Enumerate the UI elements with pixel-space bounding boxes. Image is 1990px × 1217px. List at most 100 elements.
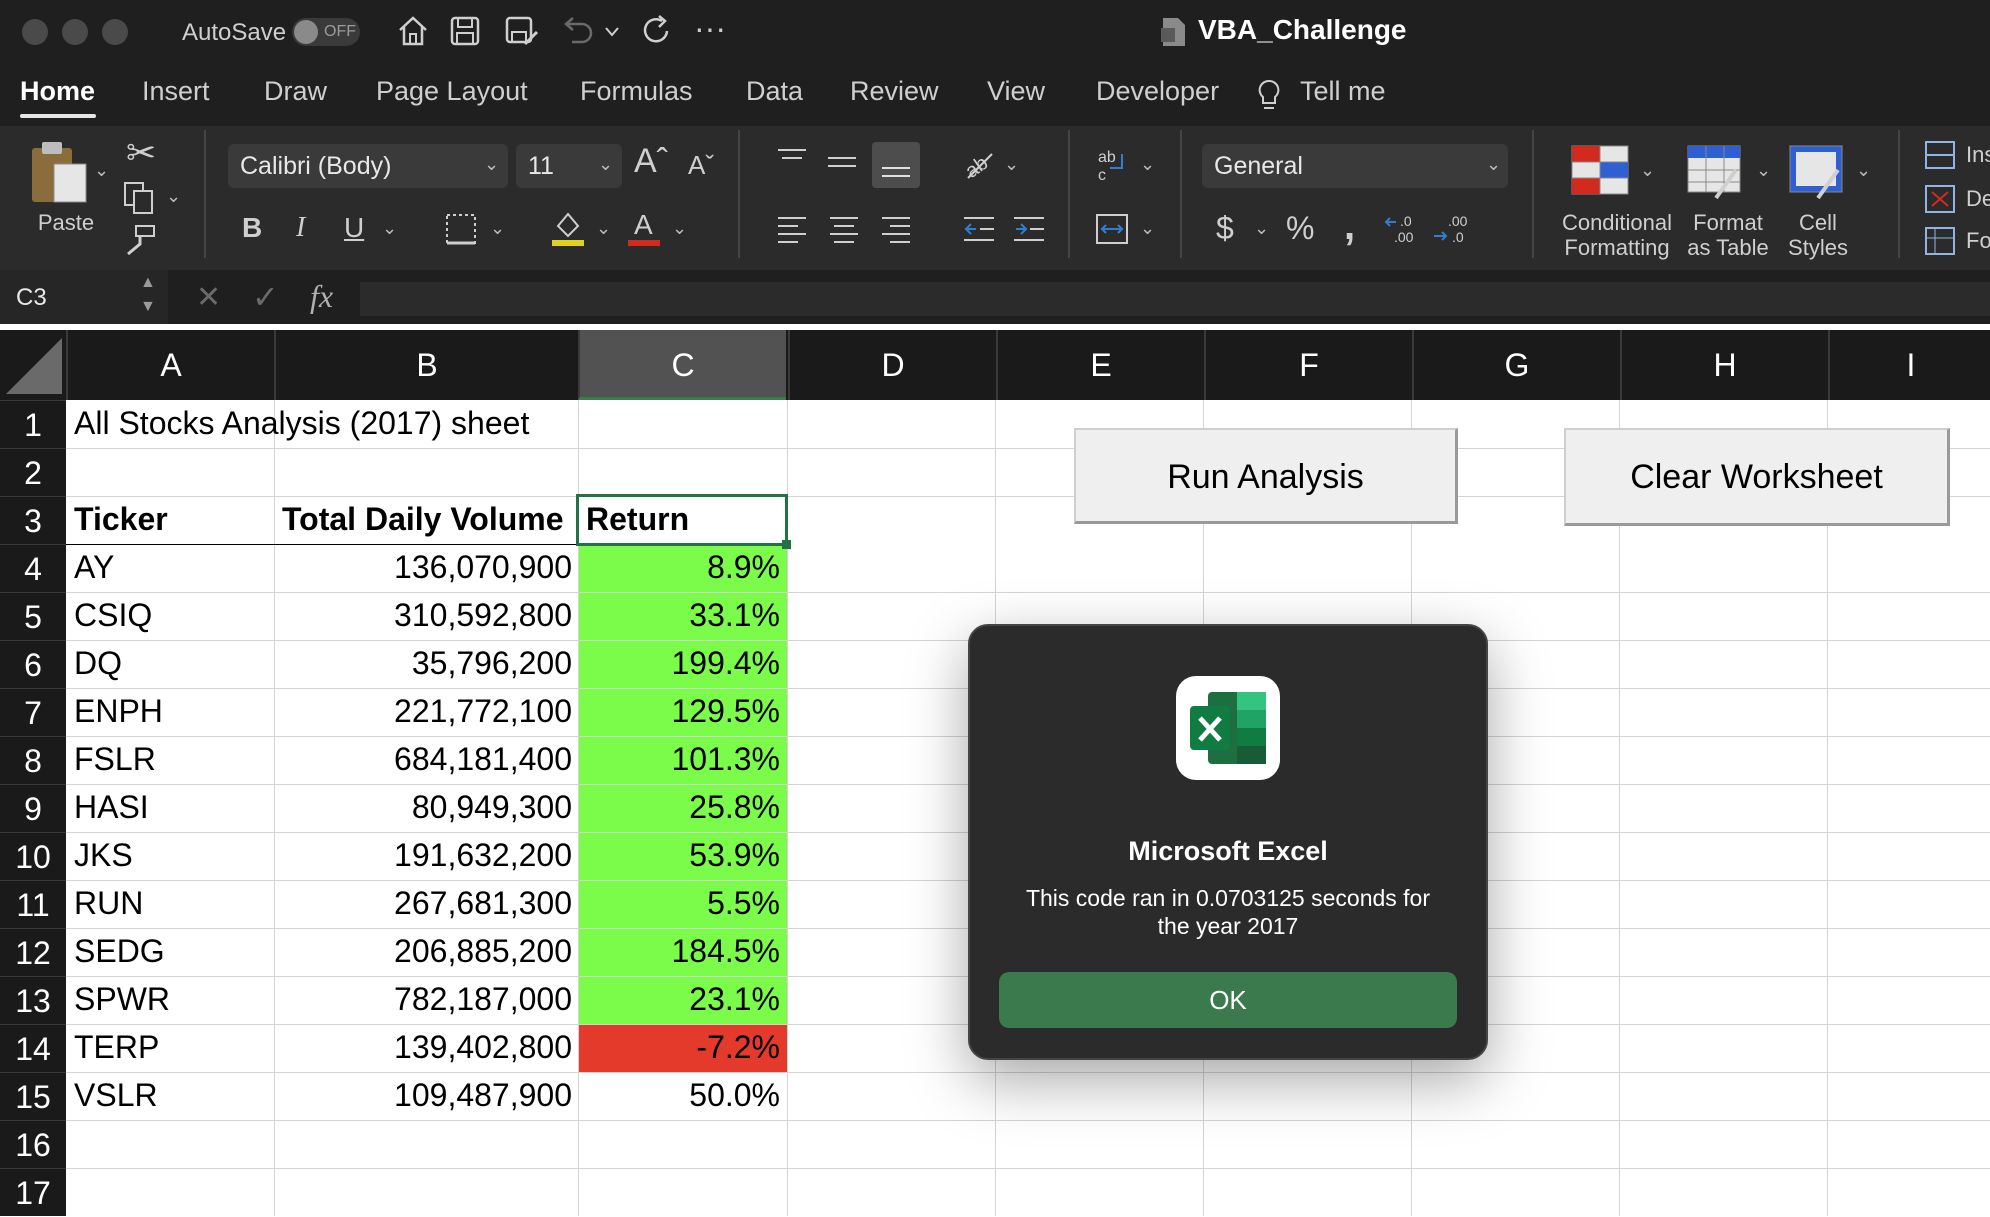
volume-cell[interactable]: 310,592,800 [282, 597, 572, 634]
number-format-dropdown[interactable]: General ⌄ [1202, 144, 1508, 188]
ticker-cell[interactable]: FSLR [74, 741, 156, 778]
conditional-formatting-icon[interactable] [1570, 144, 1630, 196]
fill-color-dropdown-icon[interactable]: ⌄ [596, 218, 611, 239]
name-box-down-icon[interactable]: ▼ [140, 298, 156, 316]
increase-decimal-icon[interactable]: .0 .00 [1384, 212, 1424, 246]
tab-formulas[interactable]: Formulas [580, 76, 693, 107]
orientation-icon[interactable]: ab [962, 146, 998, 182]
cell-styles-label[interactable]: Cell Styles [1782, 210, 1854, 260]
undo-icon[interactable] [560, 14, 594, 48]
autosave-toggle[interactable]: OFF [292, 18, 360, 46]
row-header-14[interactable]: 14 [0, 1024, 66, 1072]
decrease-decimal-icon[interactable]: .00 .0 [1432, 212, 1472, 246]
row-header-5[interactable]: 5 [0, 592, 66, 640]
ticker-cell[interactable]: DQ [74, 645, 122, 682]
name-box-up-icon[interactable]: ▲ [140, 274, 156, 292]
volume-cell[interactable]: 136,070,900 [282, 549, 572, 586]
column-header-g[interactable]: G [1412, 330, 1620, 400]
increase-indent-icon[interactable] [1012, 214, 1046, 244]
formula-input[interactable] [360, 282, 1990, 316]
column-header-i[interactable]: I [1828, 330, 1990, 400]
align-middle-icon[interactable] [826, 150, 858, 178]
column-header-e[interactable]: E [996, 330, 1204, 400]
delete-cells-icon[interactable] [1924, 184, 1956, 214]
percent-icon[interactable]: % [1286, 210, 1314, 247]
save-icon[interactable] [448, 14, 482, 48]
borders-dropdown-icon[interactable]: ⌄ [490, 218, 505, 239]
cell-styles-icon[interactable] [1788, 144, 1848, 200]
volume-cell[interactable]: 782,187,000 [282, 981, 572, 1018]
volume-cell[interactable]: 191,632,200 [282, 837, 572, 874]
ticker-cell[interactable]: VSLR [74, 1077, 158, 1114]
row-header-10[interactable]: 10 [0, 832, 66, 880]
column-header-h[interactable]: H [1620, 330, 1828, 400]
format-cells-label[interactable]: Fo [1966, 228, 1990, 254]
align-top-icon[interactable] [776, 146, 808, 174]
conditional-formatting-dropdown-icon[interactable]: ⌄ [1640, 160, 1655, 181]
close-window-icon[interactable] [22, 19, 48, 45]
header-total-daily-volume[interactable]: Total Daily Volume [282, 501, 564, 538]
column-header-c[interactable]: C [578, 330, 786, 400]
ticker-cell[interactable]: SEDG [74, 933, 165, 970]
row-header-12[interactable]: 12 [0, 928, 66, 976]
currency-dropdown-icon[interactable]: ⌄ [1254, 218, 1269, 239]
ticker-cell[interactable]: HASI [74, 789, 149, 826]
paste-icon[interactable] [28, 140, 90, 206]
orientation-dropdown-icon[interactable]: ⌄ [1004, 154, 1019, 175]
tab-data[interactable]: Data [746, 76, 803, 107]
conditional-formatting-label[interactable]: Conditional Formatting [1552, 210, 1682, 260]
select-all-corner[interactable] [0, 330, 66, 400]
ticker-cell[interactable]: SPWR [74, 981, 170, 1018]
volume-cell[interactable]: 221,772,100 [282, 693, 572, 730]
merge-center-icon[interactable] [1094, 212, 1130, 246]
decrease-indent-icon[interactable] [962, 214, 996, 244]
font-color-dropdown-icon[interactable]: ⌄ [672, 218, 687, 239]
tab-tell-me[interactable]: Tell me [1300, 76, 1386, 107]
zoom-window-icon[interactable] [102, 19, 128, 45]
run-analysis-button[interactable]: Run Analysis [1074, 428, 1458, 524]
insert-cells-icon[interactable] [1924, 140, 1956, 170]
return-cell[interactable]: -7.2% [586, 1029, 780, 1066]
return-cell[interactable]: 5.5% [586, 885, 780, 922]
clear-worksheet-button[interactable]: Clear Worksheet [1564, 428, 1950, 526]
borders-icon[interactable] [444, 212, 478, 246]
return-cell[interactable]: 8.9% [586, 549, 780, 586]
format-as-table-label[interactable]: Format as Table [1680, 210, 1776, 260]
return-cell[interactable]: 50.0% [586, 1077, 780, 1114]
tab-insert[interactable]: Insert [142, 76, 210, 107]
column-header-b[interactable]: B [274, 330, 578, 400]
increase-font-size-icon[interactable]: Aˆ [634, 142, 668, 181]
currency-icon[interactable]: $ [1216, 210, 1234, 247]
underline-icon[interactable]: U [344, 212, 364, 244]
row-header-9[interactable]: 9 [0, 784, 66, 832]
fill-color-icon[interactable] [550, 208, 586, 248]
ticker-cell[interactable]: JKS [74, 837, 133, 874]
italic-icon[interactable]: I [296, 212, 305, 244]
minimize-window-icon[interactable] [62, 19, 88, 45]
format-as-table-icon[interactable] [1686, 144, 1746, 200]
volume-cell[interactable]: 206,885,200 [282, 933, 572, 970]
column-header-d[interactable]: D [788, 330, 996, 400]
align-center-icon[interactable] [828, 214, 860, 244]
format-as-table-dropdown-icon[interactable]: ⌄ [1756, 160, 1771, 181]
tab-view[interactable]: View [987, 76, 1045, 107]
ticker-cell[interactable]: CSIQ [74, 597, 152, 634]
row-header-3[interactable]: 3 [0, 496, 66, 544]
cancel-entry-icon[interactable]: ✕ [196, 280, 221, 315]
volume-cell[interactable]: 684,181,400 [282, 741, 572, 778]
row-header-17[interactable]: 17 [0, 1168, 66, 1216]
row-header-7[interactable]: 7 [0, 688, 66, 736]
tab-draw[interactable]: Draw [264, 76, 327, 107]
tab-review[interactable]: Review [850, 76, 939, 107]
align-left-icon[interactable] [776, 214, 808, 244]
wrap-text-icon[interactable]: ab c [1096, 146, 1130, 184]
return-cell[interactable]: 129.5% [586, 693, 780, 730]
column-header-f[interactable]: F [1204, 330, 1412, 400]
volume-cell[interactable]: 267,681,300 [282, 885, 572, 922]
ticker-cell[interactable]: ENPH [74, 693, 163, 730]
row-header-6[interactable]: 6 [0, 640, 66, 688]
return-cell[interactable]: 199.4% [586, 645, 780, 682]
font-name-dropdown[interactable]: Calibri (Body) ⌄ [228, 144, 508, 188]
cell-styles-dropdown-icon[interactable]: ⌄ [1856, 160, 1871, 181]
volume-cell[interactable]: 80,949,300 [282, 789, 572, 826]
